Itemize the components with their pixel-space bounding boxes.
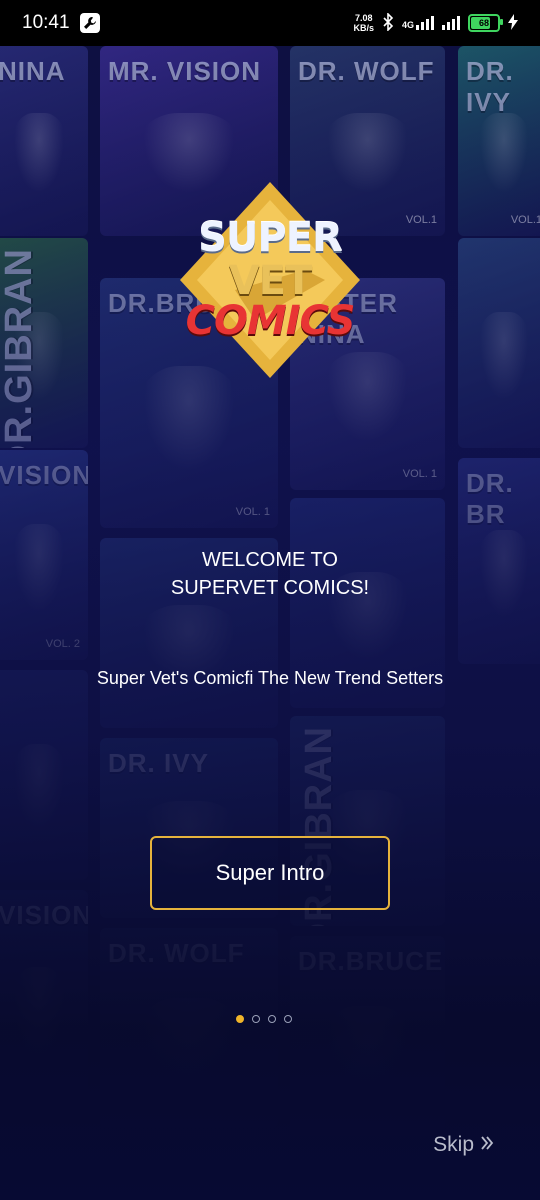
skip-label: Skip [433,1133,474,1156]
wrench-icon [79,13,100,33]
double-chevron-right-icon [480,1133,494,1157]
page-dot[interactable] [284,1015,292,1023]
status-bar: 10:41 7.08 KB/s 4G 68 [0,0,540,46]
battery-icon: 68 [468,14,503,32]
welcome-heading: WELCOME TO SUPERVET COMICS! [170,549,370,599]
charging-icon [508,13,518,33]
battery-level: 68 [478,18,489,28]
skip-button[interactable]: Skip [433,1133,494,1157]
page-dot[interactable] [252,1015,260,1023]
page-dot[interactable] [268,1015,276,1023]
super-intro-button[interactable]: Super Intro [150,836,390,910]
page-dot[interactable] [236,1015,244,1023]
signal-icon-2 [442,16,460,30]
status-time: 10:41 [22,12,70,33]
signal-icon [416,16,434,30]
supervet-comics-logo: SUPER VET COMICS [175,180,365,380]
bluetooth-icon [382,11,394,34]
network-speed: 7.08 KB/s [353,13,374,33]
tagline: Super Vet's Comicfi The New Trend Setter… [96,668,444,688]
page-indicator [236,1015,292,1023]
network-type: 4G [401,20,414,30]
